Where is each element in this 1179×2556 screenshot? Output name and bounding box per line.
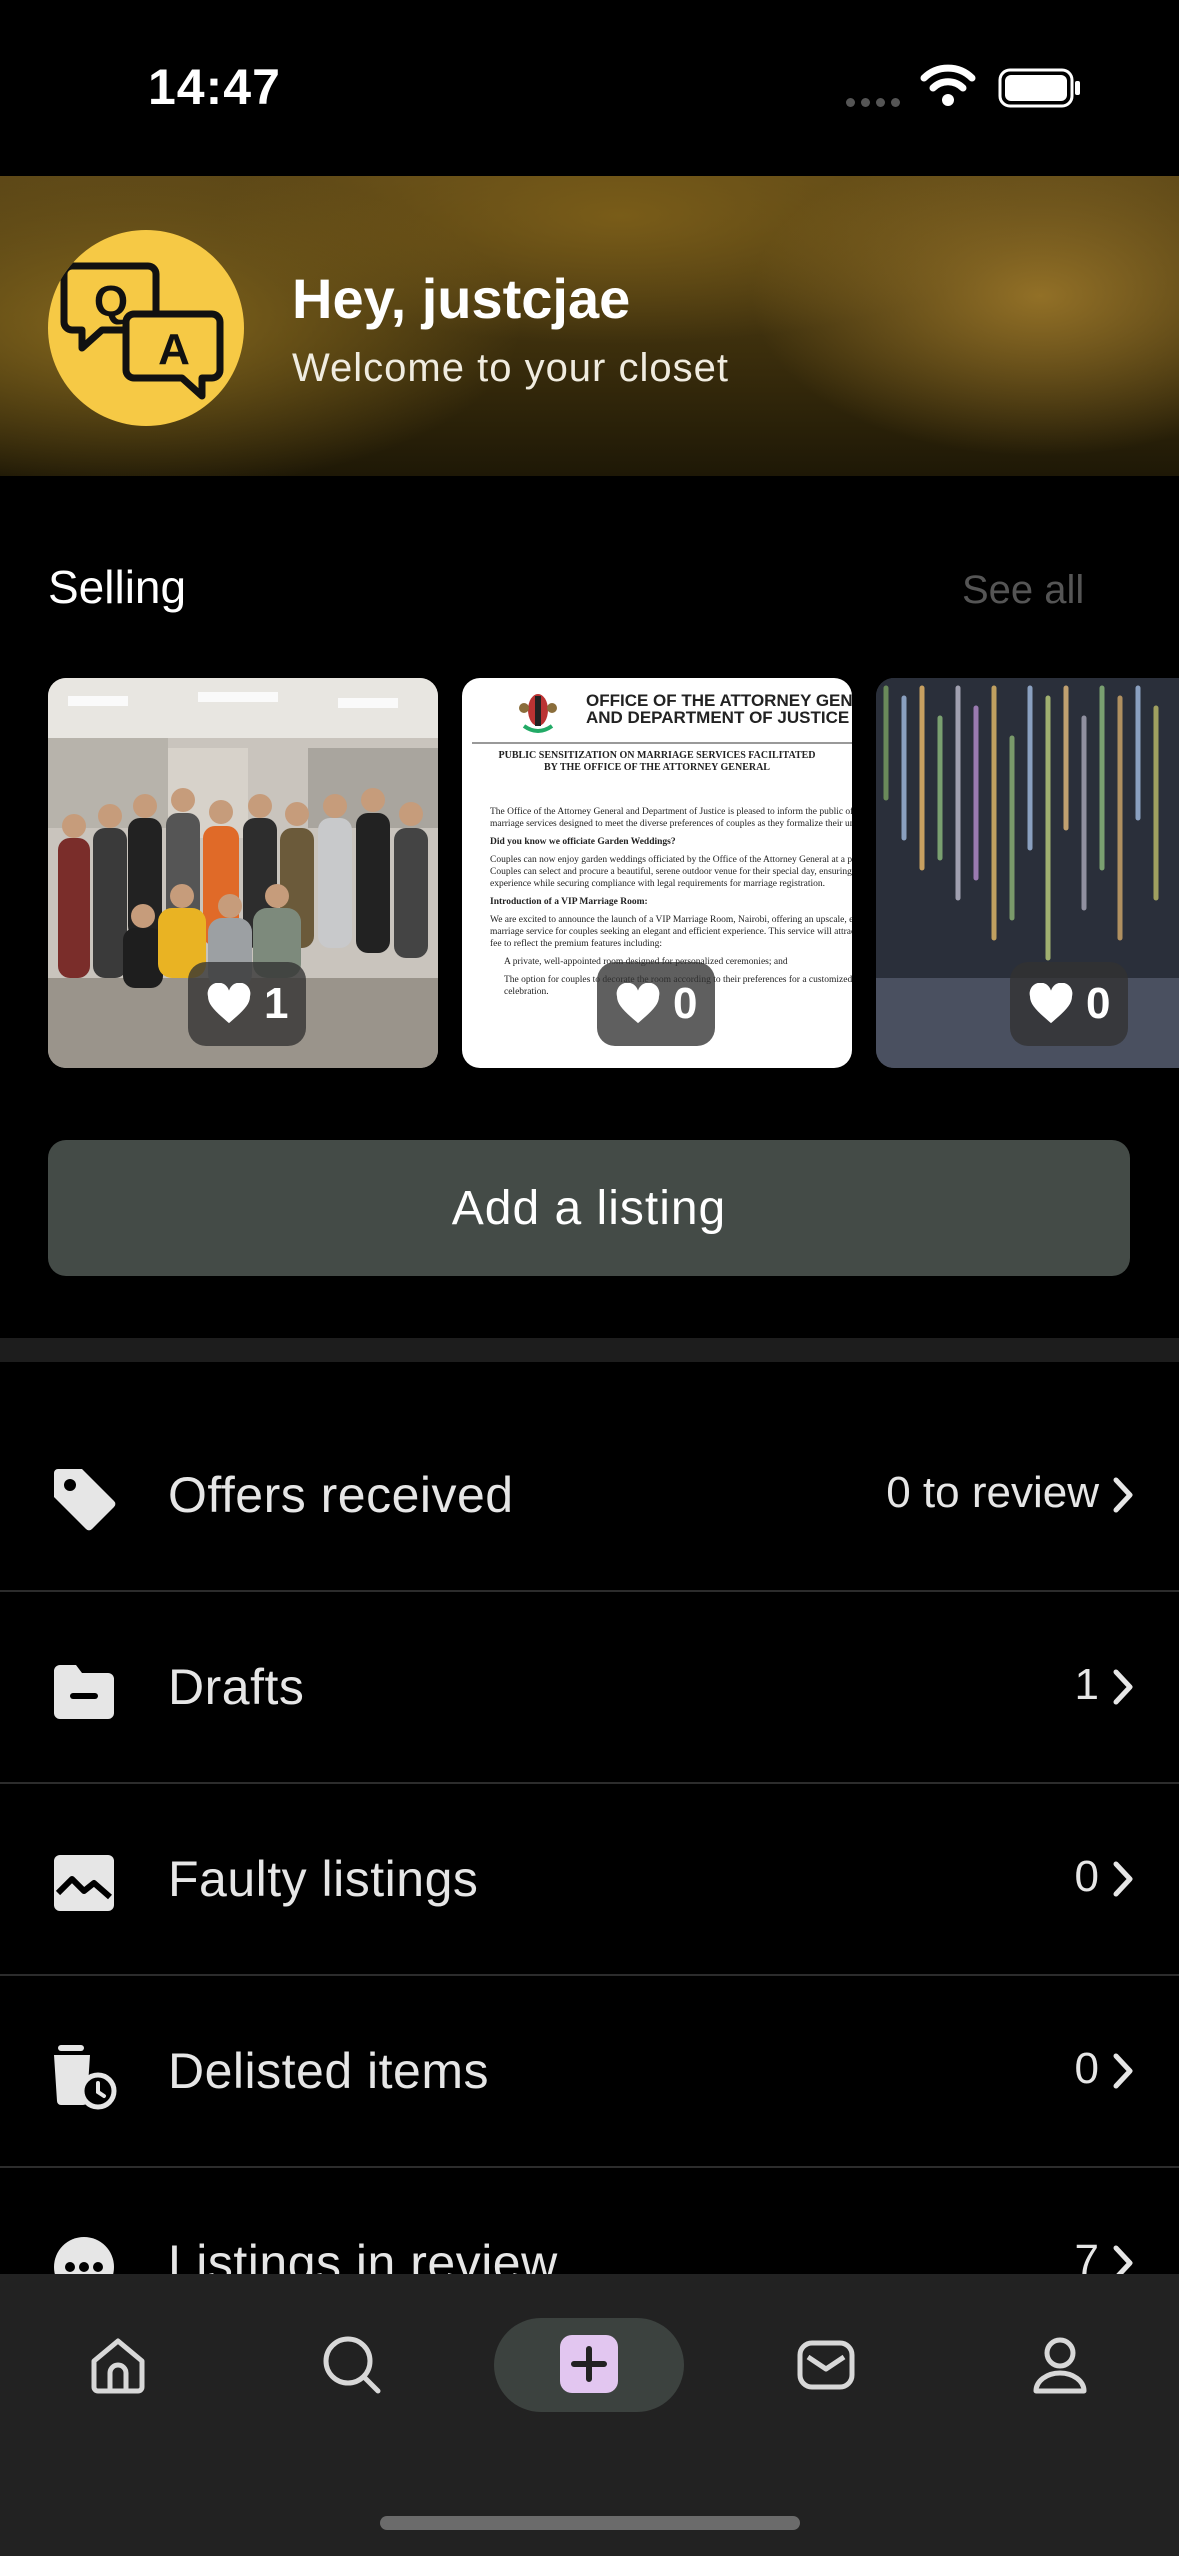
document-paragraph: The Office of the Attorney General and D… (490, 807, 852, 829)
menu-row-value: 0 to review (886, 1468, 1099, 1517)
menu-row-value: 0 (1074, 2044, 1099, 2093)
coat-of-arms-icon (519, 694, 557, 733)
likes-badge: 0 (1010, 962, 1129, 1046)
document-subheading: PUBLIC SENSITIZATION ON MARRIAGE SERVICE… (498, 750, 816, 773)
chevron-right-icon (1113, 2053, 1133, 2089)
profile-icon (1033, 2337, 1087, 2394)
section-divider (0, 1338, 1179, 1362)
status-time: 14:47 (148, 59, 281, 115)
menu-row-drafts[interactable]: Drafts 1 (0, 1592, 1179, 1784)
wifi-icon (920, 64, 976, 113)
document-paragraph: We are excited to announce the launch of… (490, 915, 852, 949)
see-all-link[interactable]: See all (962, 568, 1084, 613)
menu-row-label: Faulty listings (168, 1851, 479, 1907)
avatar-letter-a: A (158, 325, 190, 374)
menu-row-label: Delisted items (168, 2043, 489, 2099)
selling-section-title: Selling (48, 561, 187, 613)
home-icon (91, 2338, 145, 2394)
tab-inbox[interactable] (766, 2310, 886, 2420)
menu-row-delisted-items[interactable]: Delisted items 0 (0, 1976, 1179, 2168)
welcome-subtitle: Welcome to your closet (292, 346, 729, 390)
document-question: Introduction of a VIP Marriage Room: (490, 897, 648, 907)
broken-image-icon (54, 1855, 114, 1911)
menu-row-value: 0 (1074, 1852, 1099, 1901)
plus-icon (558, 2333, 620, 2400)
heart-icon (1029, 983, 1073, 1024)
tab-home[interactable] (58, 2310, 178, 2420)
menu-row-label: Offers received (168, 1467, 514, 1523)
likes-count: 0 (673, 979, 698, 1028)
heart-icon (616, 983, 660, 1024)
greeting-title: Hey, justcjae (292, 267, 631, 330)
likes-count: 0 (1086, 979, 1111, 1028)
cellular-signal-icon (846, 94, 906, 112)
document-question: Did you know we officiate Garden Wedding… (490, 837, 676, 847)
chevron-right-icon (1113, 1669, 1133, 1705)
home-indicator (380, 2516, 800, 2530)
menu-row-faulty-listings[interactable]: Faulty listings 0 (0, 1784, 1179, 1976)
listing-thumbnail-1[interactable]: 1 (48, 678, 438, 1068)
chevron-right-icon (1113, 1861, 1133, 1897)
listing-thumbnail-2[interactable]: OFFICE OF THE ATTORNEY GENERAL AND DEPAR… (462, 678, 852, 1068)
likes-badge: 1 (188, 962, 307, 1046)
likes-count: 1 (264, 979, 289, 1028)
chevron-right-icon (1113, 1477, 1133, 1513)
delisted-clock-icon (54, 2045, 117, 2110)
tab-profile[interactable] (1000, 2310, 1120, 2420)
document-paragraph: Couples can now enjoy garden weddings of… (490, 855, 852, 889)
add-listing-button[interactable]: Add a listing (48, 1140, 1130, 1276)
tab-search[interactable] (292, 2310, 412, 2420)
likes-badge: 0 (597, 962, 716, 1046)
avatar[interactable]: Q A (48, 230, 244, 426)
search-icon (323, 2336, 381, 2394)
document-heading: OFFICE OF THE ATTORNEY GENERAL (586, 691, 852, 710)
listing-thumbnail-3[interactable]: 0 (876, 678, 1179, 1068)
menu-row-offers-received[interactable]: Offers received 0 to review (0, 1400, 1179, 1592)
document-heading-line-2: AND DEPARTMENT OF JUSTICE (586, 708, 850, 727)
inbox-icon (797, 2340, 855, 2390)
battery-icon (998, 68, 1082, 113)
heart-icon (207, 983, 251, 1024)
menu-row-value: 1 (1074, 1660, 1099, 1709)
tag-icon (54, 1469, 116, 1531)
folder-icon (54, 1665, 114, 1719)
menu-row-label: Drafts (168, 1659, 305, 1715)
avatar-letter-q: Q (94, 277, 128, 326)
